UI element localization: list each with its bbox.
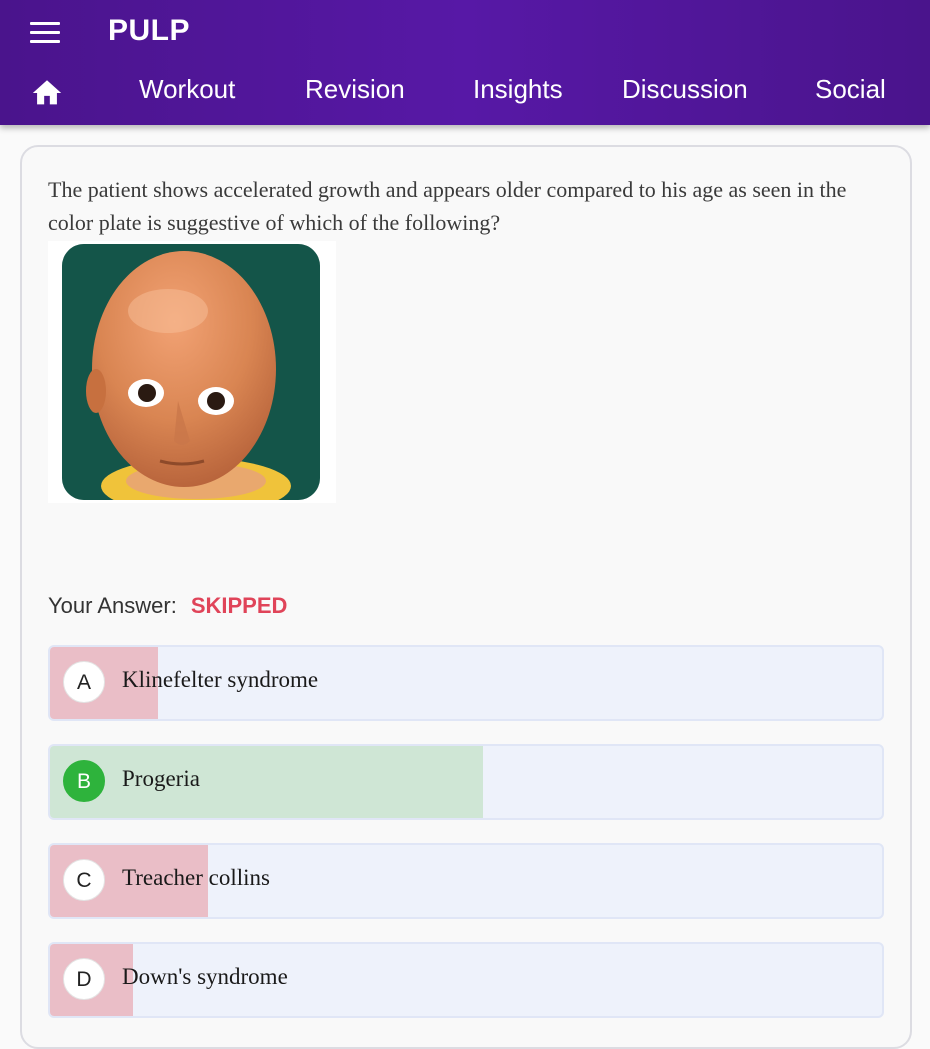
option-a-text: Klinefelter syndrome [122, 667, 319, 692]
option-d-letter: D [63, 958, 105, 1000]
option-b-percent-bar [50, 746, 483, 818]
option-a-letter: A [63, 661, 105, 703]
hamburger-menu-icon[interactable] [28, 20, 64, 46]
nav-tab-insights[interactable]: Insights [473, 74, 563, 105]
option-b-letter: B [63, 760, 105, 802]
question-text: The patient shows accelerated growth and… [48, 177, 847, 235]
your-answer-row: Your Answer: SKIPPED [48, 593, 287, 619]
nav-tab-revision[interactable]: Revision [305, 74, 405, 105]
nav-bar: Workout Revision Insights Discussion Soc… [0, 62, 930, 122]
home-icon[interactable] [30, 76, 64, 110]
option-b-text: Progeria [122, 766, 200, 791]
answer-status-badge: SKIPPED [190, 593, 288, 618]
question-image [48, 241, 336, 503]
option-b[interactable]: B Progeria [48, 744, 884, 820]
question-card: The patient shows accelerated growth and… [20, 145, 912, 1049]
option-c-text: Treacher collins [122, 865, 270, 890]
nav-tab-discussion[interactable]: Discussion [622, 74, 748, 105]
option-d-text: Down's syndrome [122, 964, 288, 989]
app-title: PULP [108, 14, 191, 47]
option-c-letter: C [63, 859, 105, 901]
option-c[interactable]: C Treacher collins [48, 843, 884, 919]
option-a[interactable]: A Klinefelter syndrome [48, 645, 884, 721]
nav-tab-social[interactable]: Social [815, 74, 886, 105]
your-answer-label: Your Answer: [48, 593, 177, 618]
app-bar: PULP Workout Revision Insights Discussio… [0, 0, 930, 125]
nav-tab-workout[interactable]: Workout [139, 74, 235, 105]
option-d[interactable]: D Down's syndrome [48, 942, 884, 1018]
